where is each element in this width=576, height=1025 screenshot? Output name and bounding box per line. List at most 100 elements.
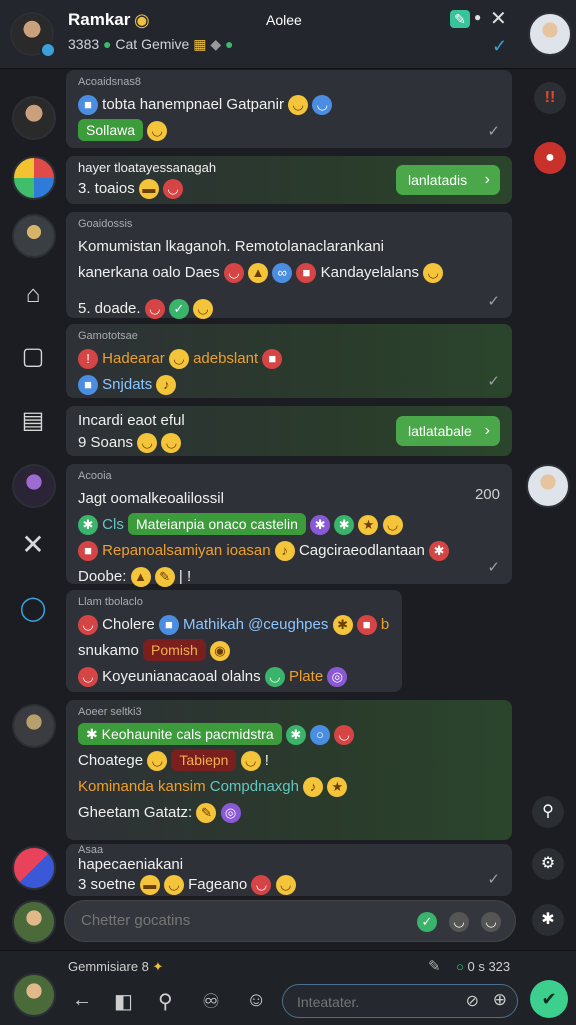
message-text: 3 soetne ▬ ◡ Fageano ◡ ◡	[78, 874, 500, 896]
message-input[interactable]	[79, 911, 383, 930]
message-2[interactable]: hayer tloatayessanagah 3. toaios ▬ ◡ lan…	[66, 156, 512, 204]
chat-avatar-3[interactable]	[12, 214, 56, 258]
smile-icon: ◡	[163, 875, 184, 896]
smile-icon: ◡	[137, 433, 158, 454]
flower-icon: ✱	[310, 515, 331, 536]
attach-icon[interactable]: ⊘	[466, 991, 479, 1011]
face-icon: ◡	[251, 875, 272, 896]
read-check-icon: ✓	[487, 871, 500, 888]
attach-icon[interactable]: ✓	[417, 912, 437, 932]
smile-icon: ◡	[423, 263, 444, 284]
box-icon: ■	[78, 541, 98, 562]
settings-icon[interactable]: ⚙	[532, 848, 564, 880]
star-icon: ✦	[152, 959, 164, 974]
action-button[interactable]: latlatabale ›	[396, 416, 500, 446]
star-icon: ★	[327, 777, 348, 798]
badge-icon: ◉	[134, 10, 150, 30]
read-check-icon: ✓	[487, 123, 500, 140]
reaction-icon[interactable]: !!	[534, 82, 566, 114]
edit-icon[interactable]: ✎	[450, 10, 470, 28]
smile-icon: ◡	[288, 95, 309, 116]
alert-icon: !	[78, 349, 98, 370]
chip-label[interactable]: ✱ Keohaunite cals pacmidstra	[78, 723, 282, 745]
message-text: hapecaeniakani	[78, 856, 184, 873]
chat-avatar-1[interactable]	[12, 96, 56, 140]
message-text: ✱ Cls Mateianpia onaco castelin ✱ ✱ ★ ◡	[78, 512, 500, 538]
action-button[interactable]: lanlatadis ›	[396, 165, 500, 195]
chat-avatar-2[interactable]	[12, 156, 56, 200]
message-9[interactable]: Asaa hapecaeniakani 3 soetne ▬ ◡ Fageano…	[66, 844, 512, 896]
message-6[interactable]: Acooia 200 Jagt oomalkeoalilossil ✱ Cls …	[66, 464, 512, 588]
message-meta: Goaidossis	[78, 218, 133, 230]
profile-avatar[interactable]	[528, 12, 572, 56]
shield-icon: ●	[103, 36, 112, 52]
center-label: Aolee	[266, 12, 302, 28]
pin-icon[interactable]: ●	[534, 142, 566, 174]
read-check-icon: ✓	[487, 373, 500, 390]
check-icon[interactable]: ✓	[492, 36, 507, 57]
message-text: ■ Snjdats ♪	[78, 372, 500, 398]
document-icon[interactable]: ▤	[14, 402, 52, 440]
gift-icon: ■	[78, 95, 98, 116]
people-icon[interactable]: ♾	[202, 989, 220, 1014]
right-avatar[interactable]	[526, 464, 570, 508]
sticker-icon[interactable]: ◡	[449, 912, 469, 932]
home-icon[interactable]: ⌂	[14, 276, 52, 314]
back-arrow-icon[interactable]: ←	[72, 989, 92, 1012]
send-button[interactable]: ✔	[530, 980, 568, 1018]
sparkle-icon: ✱	[429, 541, 450, 562]
emoji-icon[interactable]: ◡	[481, 912, 501, 932]
face-icon: ◡	[78, 667, 98, 688]
contact-name[interactable]: Ramkar	[68, 10, 130, 30]
apps-icon[interactable]: ✱	[532, 904, 564, 936]
glasses-icon: ∞	[272, 263, 293, 284]
message-text: Komumistan lkaganoh. Remotolanaclarankan…	[78, 238, 385, 255]
message-text: Gheetam Gatatz: ✎ ◎	[78, 800, 500, 826]
message-3[interactable]: Goaidossis Komumistan lkaganoh. Remotola…	[66, 212, 512, 320]
face-icon: ◡	[312, 95, 333, 116]
tool-icon: ♪	[303, 777, 324, 798]
status-left: Gemmisiare 8 ✦	[68, 959, 164, 974]
message-4[interactable]: Gamototsae ! Hadearar ◡ adebslant ■ ■ Sn…	[66, 324, 512, 398]
message-meta: Asaa	[78, 844, 104, 856]
chip-label[interactable]: Sollawa	[78, 119, 144, 141]
chat-bubble-icon[interactable]: ◯	[14, 590, 52, 628]
pencil-icon[interactable]: ✎	[428, 957, 441, 975]
read-check-icon: ✓	[487, 293, 500, 310]
square-icon[interactable]: ◧	[114, 989, 133, 1014]
circle-icon: ○	[309, 725, 330, 746]
leaf-icon: ✱	[78, 515, 98, 536]
chip-label[interactable]: Tabiepn	[171, 749, 237, 771]
user-avatar[interactable]	[12, 973, 56, 1017]
message-meta: Acoaidsnas8	[78, 76, 141, 88]
bottom-search-input[interactable]	[295, 993, 459, 1011]
chat-avatar-6[interactable]	[12, 846, 56, 890]
message-text: Jagt oomalkeoalilossil	[78, 490, 224, 507]
menu-dots-icon[interactable]: ●	[474, 10, 481, 24]
face-icon: ◡	[161, 433, 182, 454]
face-icon: ◡	[334, 725, 355, 746]
box-icon: ▬	[138, 179, 159, 200]
bottom-input-field: ⊘ ⊕	[282, 984, 518, 1018]
subtitle-text: Cat Gemive	[115, 36, 190, 52]
camera-icon[interactable]: ▢	[14, 338, 52, 376]
chat-avatar-5[interactable]	[12, 704, 56, 748]
message-8[interactable]: Aoeer seltki3 ✱ Keohaunite cals pacmidst…	[66, 700, 512, 840]
close-icon[interactable]: ✕	[14, 526, 52, 564]
chip-label[interactable]: Mateianpia onaco castelin	[128, 513, 306, 535]
chat-avatar-7[interactable]	[12, 900, 56, 944]
search-icon[interactable]: ⚲	[158, 989, 173, 1014]
close-icon[interactable]: ✕	[490, 6, 507, 31]
add-icon[interactable]: ⊕	[493, 990, 507, 1010]
message-5[interactable]: Incardi eaot eful 9 Soans ◡ ◡ latlatabal…	[66, 406, 512, 456]
smile-icon[interactable]: ☺	[246, 989, 266, 1012]
message-text: ■ Repanoalsamiyan ioasan ♪ Cagciraeodlan…	[78, 538, 500, 564]
read-check-icon: ✓	[487, 559, 500, 576]
location-icon[interactable]: ⚲	[532, 796, 564, 828]
pencil-icon: ✎	[154, 567, 175, 588]
message-text: ◡ Cholere ■ Mathikah @ceughpes ✱ ■ boral…	[78, 612, 390, 638]
chip-label[interactable]: Pomish	[143, 639, 206, 661]
message-7[interactable]: Llam tbolaclo ◡ Cholere ■ Mathikah @ceug…	[66, 590, 402, 692]
chat-avatar-4[interactable]	[12, 464, 56, 508]
message-1[interactable]: Acoaidsnas8 ■ tobta hanempnael Gatpanir …	[66, 70, 512, 148]
